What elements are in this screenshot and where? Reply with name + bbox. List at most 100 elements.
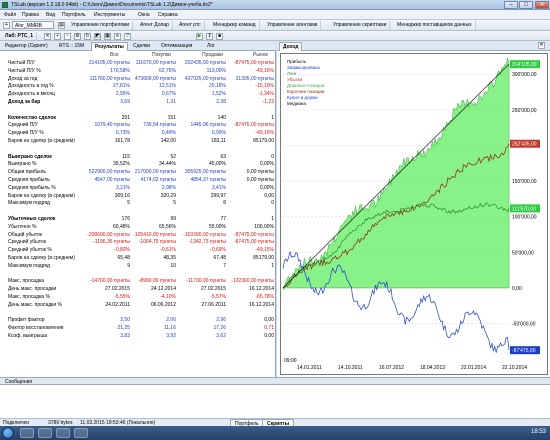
table-cell: 39,52%	[113, 161, 130, 168]
menu-edit[interactable]: Правка	[22, 12, 39, 18]
list-icon[interactable]: ≡	[114, 33, 121, 40]
tab-script-editor[interactable]: Редактор (Скрипт)	[2, 42, 51, 51]
x-tick-label: 18.04.2013	[420, 365, 445, 371]
table-row[interactable]: Общая прибыль 522900,00 пункты 217000,00 п…	[0, 169, 276, 175]
tab-script-control[interactable]: Управление скриптами	[330, 21, 391, 30]
table-row[interactable]: Доход за бар 3,69 1,31 2,38 -1,23	[0, 99, 276, 105]
taskbar-app-icon[interactable]	[74, 428, 88, 438]
table-row[interactable]: Убыточно % 60,48% 65,56% 55,00% 100,00%	[0, 224, 276, 230]
play-icon[interactable]: ▶	[196, 33, 203, 40]
stop-icon[interactable]: ■	[216, 33, 223, 40]
row-label: Доходность в месяц	[8, 91, 55, 98]
table-row[interactable]: Макс. просадка -14760,00 пункты -8990,00 п…	[0, 278, 276, 284]
table-row[interactable]: Средний убыток -1196,36 пункты -1064,75 пу…	[0, 239, 276, 245]
save-icon[interactable]: ▪	[54, 33, 61, 40]
menu-view[interactable]: Вид	[46, 12, 55, 18]
tab-log[interactable]: Лог	[204, 42, 218, 51]
tab-income[interactable]: Доход	[279, 42, 303, 51]
tab-portfolio-manager[interactable]: Управление портфелями	[68, 21, 134, 30]
table-row[interactable]: Средний П/У 1079,40 пункты 739,54 пункты 14…	[0, 122, 276, 128]
table-row[interactable]: Доходность в месяц 2,56% 0,67% 1,52% -1,34%	[0, 91, 276, 97]
tab-rts-15m[interactable]: RTS :: 15M	[56, 42, 87, 51]
table-row[interactable]: Максимум подряд 9 10 7 1	[0, 263, 276, 269]
tab-results[interactable]: Результаты	[91, 42, 128, 51]
tab-agent-dollar[interactable]: Агент Долар	[137, 21, 173, 30]
table-row[interactable]	[0, 146, 276, 152]
open-icon[interactable]: ▤	[58, 22, 65, 29]
tab-agent-rts[interactable]: Агент ртс	[176, 21, 205, 30]
maximize-button[interactable]: □	[519, 1, 533, 9]
table-row[interactable]: Чистый П/У % 170,58% 62,76% 113,00% -49,15%	[0, 68, 276, 74]
close-button[interactable]: ✕	[535, 1, 549, 9]
new-icon[interactable]: +	[3, 22, 10, 29]
table-row[interactable]: Средняя прибыль 4547,00 пункты 4174,62 пун…	[0, 177, 276, 183]
taskbar-explorer-icon[interactable]	[20, 428, 34, 438]
value-badge-label: 111'670,00	[512, 206, 536, 212]
table-row[interactable]: Фактор восстановления 21,25 11,16 17,26 0,71	[0, 325, 276, 331]
table-row[interactable]: Баров на сделку (в среднем) 161,78 142,00 1…	[0, 138, 276, 144]
table-row[interactable]: Коэф. выигрыша 3,83 3,92 3,62 0,00	[0, 333, 276, 339]
income-chart[interactable]: 300'000,00250'000,00200'000,00150'000,00…	[280, 53, 548, 375]
table-row[interactable]: Доход за год 111760,00 пункты 473609,00 пу…	[0, 76, 276, 82]
menu-portfolio[interactable]: Портфель	[62, 12, 86, 18]
tab-optimization[interactable]: Оптимизация	[158, 42, 195, 51]
settings-icon[interactable]: ⚙	[74, 33, 81, 40]
filter-icon[interactable]: ▽	[124, 33, 131, 40]
column-header-buys[interactable]: Покупки	[152, 52, 171, 58]
tab-agent-control[interactable]: Управление агентами	[264, 21, 322, 30]
table-row[interactable]	[0, 107, 276, 113]
menu-file[interactable]: Файл	[4, 12, 16, 18]
row-label: Профит фактор	[8, 317, 45, 324]
chart-icon[interactable]: ◩	[94, 33, 101, 40]
table-cell: 3,62	[216, 333, 226, 339]
table-row[interactable]: Средний убыток % -0,80% -0,61% -0,69% -49,15…	[0, 247, 276, 253]
copy-icon[interactable]: ▫	[64, 33, 71, 40]
table-row[interactable]: Средняя прибыль % 3,21% 2,98% 3,41% 0,00%	[0, 185, 276, 191]
menu-windows[interactable]: Окна	[138, 12, 150, 18]
tab-data-provider-manager[interactable]: Менеджер поставщиков данных	[394, 21, 476, 30]
taskbar-browser-icon[interactable]	[38, 428, 52, 438]
table-row[interactable]: Общий убыток -208600,00 пункты -105410,00 …	[0, 232, 276, 238]
x-start-label: 09:00	[284, 358, 297, 364]
menu-tools[interactable]: Инструменты	[94, 12, 125, 18]
column-header-market[interactable]: Рынок	[253, 52, 268, 58]
account-combo[interactable]: Alor_MMRB	[12, 21, 54, 29]
table-row[interactable]: Чистый П/У 314105,00 пункты 111670,00 пунк…	[0, 60, 276, 66]
table-cell: 67,48	[213, 255, 226, 261]
table-row[interactable]	[0, 271, 276, 277]
table-row[interactable]: Макс. просадка % -5,55% -4,10% -5,57% -65,78…	[0, 294, 276, 300]
minimize-button[interactable]: –	[504, 1, 518, 9]
tab-trades[interactable]: Сделки	[130, 42, 153, 51]
menu-help[interactable]: Справка	[158, 12, 178, 18]
tab-command-manager[interactable]: Менеджер команд	[210, 21, 260, 30]
table-row[interactable]: Выиграно % 39,52% 34,44% 45,00% 0,00%	[0, 161, 276, 167]
taskbar-tslab-icon[interactable]	[56, 428, 70, 438]
table-row[interactable]: Доходность в год % 27,81% 12,51% 20,18% -15,…	[0, 83, 276, 89]
row-label: Макс. просадка %	[8, 294, 50, 300]
table-cell: 2,50	[120, 317, 130, 324]
table-row[interactable]: Баров на сделку (в среднем) 309,16 320,29 2…	[0, 193, 276, 199]
lab-label[interactable]: Лаб: РТС_1	[2, 32, 38, 41]
table-row[interactable]	[0, 208, 276, 214]
start-button-icon[interactable]	[2, 427, 14, 439]
table-row[interactable]: Средний П/У % 0,73% 0,49% 0,99% -49,15%	[0, 130, 276, 136]
refresh-icon[interactable]: ↻	[84, 33, 91, 40]
table-row[interactable]: Убыточных сделок 176 99 77 1	[0, 216, 276, 222]
chart-close-icon[interactable]: ✕	[538, 42, 545, 49]
table-icon[interactable]: ▦	[104, 33, 111, 40]
table-row[interactable]: Максимум подряд 5 5 8 0	[0, 200, 276, 206]
table-row[interactable]: Выиграно сделок 115 52 63 0	[0, 154, 276, 160]
table-cell: 5	[127, 200, 130, 207]
column-header-all[interactable]: Все	[110, 52, 119, 58]
table-row[interactable]: День макс. просадки 27.02.2015 24.12.2014 2…	[0, 286, 276, 292]
pause-icon[interactable]: ‖	[206, 33, 213, 40]
table-row[interactable]: Баров на сделку (в среднем) 65,48 48,35 67,…	[0, 255, 276, 261]
table-row[interactable]	[0, 310, 276, 316]
table-cell: 140	[217, 114, 226, 121]
table-cell: 0,00	[264, 333, 274, 339]
table-row[interactable]: День макс. просадки % 24.02.2011 06.06.201…	[0, 302, 276, 308]
column-header-sells[interactable]: Продажи	[202, 52, 223, 58]
table-row[interactable]: Профит фактор 2,50 2,06 2,96 0,00	[0, 317, 276, 323]
table-row[interactable]: Количество сделок 291 151 140 1	[0, 115, 276, 121]
lab-close-icon[interactable]: ✕	[44, 33, 51, 40]
